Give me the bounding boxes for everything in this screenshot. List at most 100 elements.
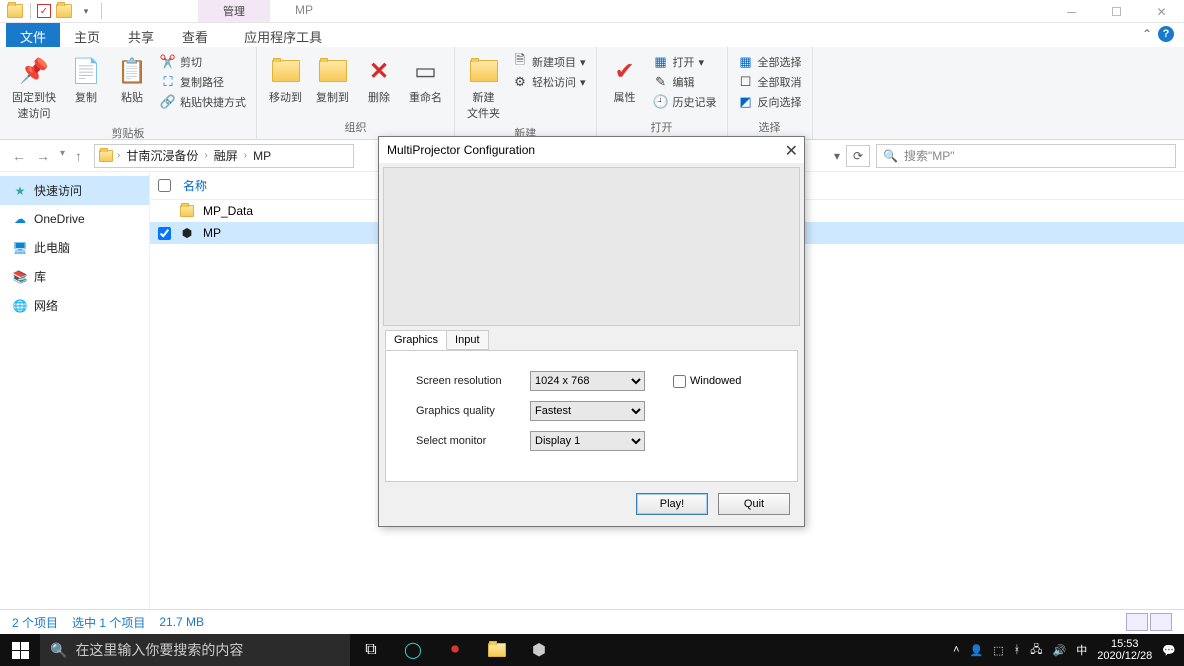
- copypath-button[interactable]: ⛶复制路径: [158, 73, 248, 91]
- pasteshortcut-button[interactable]: 🔗粘贴快捷方式: [158, 93, 248, 111]
- properties-button[interactable]: ✔属性: [605, 53, 645, 107]
- dialog-tab-input[interactable]: Input: [446, 330, 488, 350]
- view-large-button[interactable]: [1150, 613, 1172, 631]
- pin-icon: 📌: [18, 55, 50, 87]
- search-placeholder: 搜索"MP": [904, 147, 955, 164]
- close-button[interactable]: ✕: [1139, 0, 1184, 23]
- easyaccess-button[interactable]: ⚙轻松访问 ▾: [510, 73, 588, 91]
- folder-icon: [179, 203, 195, 219]
- select-monitor[interactable]: Display 1: [530, 431, 645, 451]
- network-icon: 🌐: [12, 298, 28, 314]
- tray-notifications-icon[interactable]: 💬: [1162, 644, 1176, 657]
- checkbox-windowed[interactable]: [673, 375, 686, 388]
- copyto-button[interactable]: 复制到: [312, 53, 353, 107]
- moveto-button[interactable]: 移动到: [265, 53, 306, 107]
- paste-icon: 📋: [116, 55, 148, 87]
- tb-record-icon[interactable]: ⏺: [434, 634, 476, 666]
- qat-dropdown-icon[interactable]: ▾: [77, 2, 95, 20]
- sidebar-libraries[interactable]: 📚库: [0, 262, 149, 291]
- copy-button[interactable]: 📄 复制: [66, 53, 106, 107]
- nav-back-button[interactable]: ←: [12, 148, 26, 164]
- edit-button[interactable]: ✎编辑: [651, 73, 719, 91]
- select-resolution[interactable]: 1024 x 768: [530, 371, 645, 391]
- taskbar-search[interactable]: 🔍 在这里输入你要搜索的内容: [40, 634, 350, 666]
- tab-home[interactable]: 主页: [60, 23, 114, 47]
- delete-icon: ✕: [363, 55, 395, 87]
- edit-icon: ✎: [653, 74, 669, 90]
- dialog-titlebar[interactable]: MultiProjector Configuration ✕: [379, 137, 804, 163]
- qat-checkbox-icon[interactable]: ✓: [37, 4, 51, 18]
- pin-quickaccess-button[interactable]: 📌 固定到快 速访问: [8, 53, 60, 123]
- ribbon-collapse-icon[interactable]: ⌃: [1142, 27, 1152, 41]
- status-count: 2 个项目: [12, 614, 58, 631]
- help-icon[interactable]: ?: [1158, 26, 1174, 42]
- history-button[interactable]: 🕘历史记录: [651, 93, 719, 111]
- tab-view[interactable]: 查看: [168, 23, 222, 47]
- group-clipboard-label: 剪贴板: [8, 123, 248, 145]
- sidebar-thispc[interactable]: 🖥此电脑: [0, 233, 149, 262]
- invert-button[interactable]: ◩反向选择: [736, 93, 804, 111]
- window-titlebar: ✓ ▾ 管理 MP ─ ☐ ✕: [0, 0, 1184, 23]
- search-box[interactable]: 🔍 搜索"MP": [876, 144, 1176, 168]
- paste-button[interactable]: 📋 粘贴: [112, 53, 152, 107]
- tray-chevron-icon[interactable]: ˄: [953, 644, 959, 656]
- tb-unity-icon[interactable]: ⬢: [518, 634, 560, 666]
- newfolder-icon: [468, 55, 500, 87]
- col-name[interactable]: 名称: [183, 177, 207, 194]
- tray-app-icon[interactable]: ⬚: [993, 644, 1003, 657]
- selectall-icon: ▦: [738, 54, 754, 70]
- newfolder-button[interactable]: 新建 文件夹: [463, 53, 504, 123]
- row-checkbox[interactable]: [158, 227, 171, 240]
- rename-button[interactable]: ▭重命名: [405, 53, 446, 107]
- nav-recent-button[interactable]: ▾: [60, 148, 65, 164]
- tab-apptools[interactable]: 应用程序工具: [230, 23, 336, 47]
- open-button[interactable]: ▦打开 ▾: [651, 53, 719, 71]
- ribbon: 📌 固定到快 速访问 📄 复制 📋 粘贴 ✂️剪切 ⛶复制路径 🔗粘贴快捷方式 …: [0, 47, 1184, 140]
- tray-user-icon[interactable]: 👤: [970, 644, 984, 657]
- minimize-button[interactable]: ─: [1049, 0, 1094, 23]
- breadcrumb-a[interactable]: 甘南沉浸备份: [124, 147, 200, 164]
- status-selected: 选中 1 个项目: [72, 614, 145, 631]
- addr-folder-icon: [99, 150, 113, 162]
- delete-button[interactable]: ✕删除: [359, 53, 399, 107]
- cut-button[interactable]: ✂️剪切: [158, 53, 248, 71]
- maximize-button[interactable]: ☐: [1094, 0, 1139, 23]
- sidebar-quickaccess[interactable]: ★快速访问: [0, 176, 149, 205]
- tab-share[interactable]: 共享: [114, 23, 168, 47]
- window-title: MP: [295, 3, 313, 17]
- start-button[interactable]: [0, 634, 40, 666]
- selectnone-button[interactable]: ☐全部取消: [736, 73, 804, 91]
- dialog-title: MultiProjector Configuration: [387, 143, 535, 157]
- addr-dropdown-button[interactable]: ▾: [834, 149, 840, 163]
- select-quality[interactable]: Fastest: [530, 401, 645, 421]
- tb-explorer-icon[interactable]: [476, 634, 518, 666]
- sidebar-network[interactable]: 🌐网络: [0, 291, 149, 320]
- tray-volume-icon[interactable]: 🔊: [1053, 644, 1067, 657]
- tray-bluetooth-icon[interactable]: ᚼ: [1014, 644, 1021, 656]
- play-button[interactable]: Play!: [636, 493, 708, 515]
- taskview-button[interactable]: ⧉: [350, 634, 392, 666]
- status-size: 21.7 MB: [159, 615, 204, 629]
- breadcrumb-b[interactable]: 融屏: [212, 147, 240, 164]
- nav-forward-button[interactable]: →: [36, 148, 50, 164]
- refresh-button[interactable]: ⟳: [846, 145, 870, 167]
- dialog-close-button[interactable]: ✕: [785, 141, 798, 161]
- context-tab-manage[interactable]: 管理: [198, 0, 270, 22]
- search-icon: 🔍: [883, 149, 898, 163]
- dialog-tab-graphics[interactable]: Graphics: [385, 330, 447, 350]
- tb-edge-icon[interactable]: ◯: [392, 634, 434, 666]
- tray-clock[interactable]: 15:53 2020/12/28: [1097, 638, 1152, 662]
- quit-button[interactable]: Quit: [718, 493, 790, 515]
- breadcrumb-c[interactable]: MP: [251, 149, 273, 163]
- tray-network-icon[interactable]: 🖧: [1030, 641, 1042, 660]
- newitem-button[interactable]: 🗎新建项目 ▾: [510, 53, 588, 71]
- address-bar[interactable]: › 甘南沉浸备份 › 融屏 › MP: [94, 144, 354, 168]
- view-details-button[interactable]: [1126, 613, 1148, 631]
- tray-ime[interactable]: 中: [1076, 642, 1087, 658]
- tab-file[interactable]: 文件: [6, 23, 60, 47]
- moveto-icon: [270, 55, 302, 87]
- select-all-checkbox[interactable]: [158, 179, 171, 192]
- nav-up-button[interactable]: ↑: [75, 148, 82, 164]
- selectall-button[interactable]: ▦全部选择: [736, 53, 804, 71]
- sidebar-onedrive[interactable]: ☁OneDrive: [0, 205, 149, 233]
